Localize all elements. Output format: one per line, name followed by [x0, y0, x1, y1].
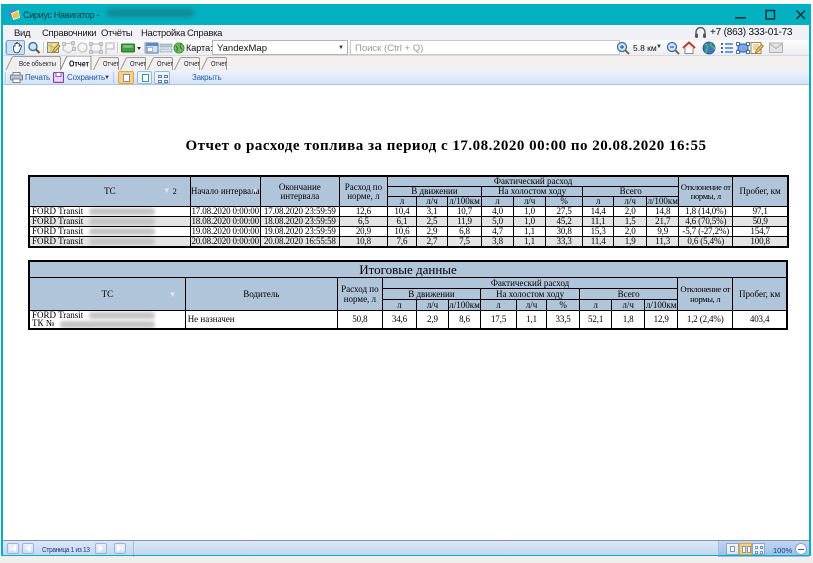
- svg-text:Все объекты: Все объекты: [19, 59, 56, 68]
- svg-text:Отчет: Отчет: [184, 59, 200, 68]
- svg-text:Отчет: Отчет: [130, 59, 146, 68]
- svg-text:Отчет: Отчет: [103, 59, 119, 68]
- svg-text:Отчет: Отчет: [69, 60, 89, 69]
- svg-text:Отчет: Отчет: [157, 59, 173, 68]
- svg-text:Отчет: Отчет: [211, 59, 227, 68]
